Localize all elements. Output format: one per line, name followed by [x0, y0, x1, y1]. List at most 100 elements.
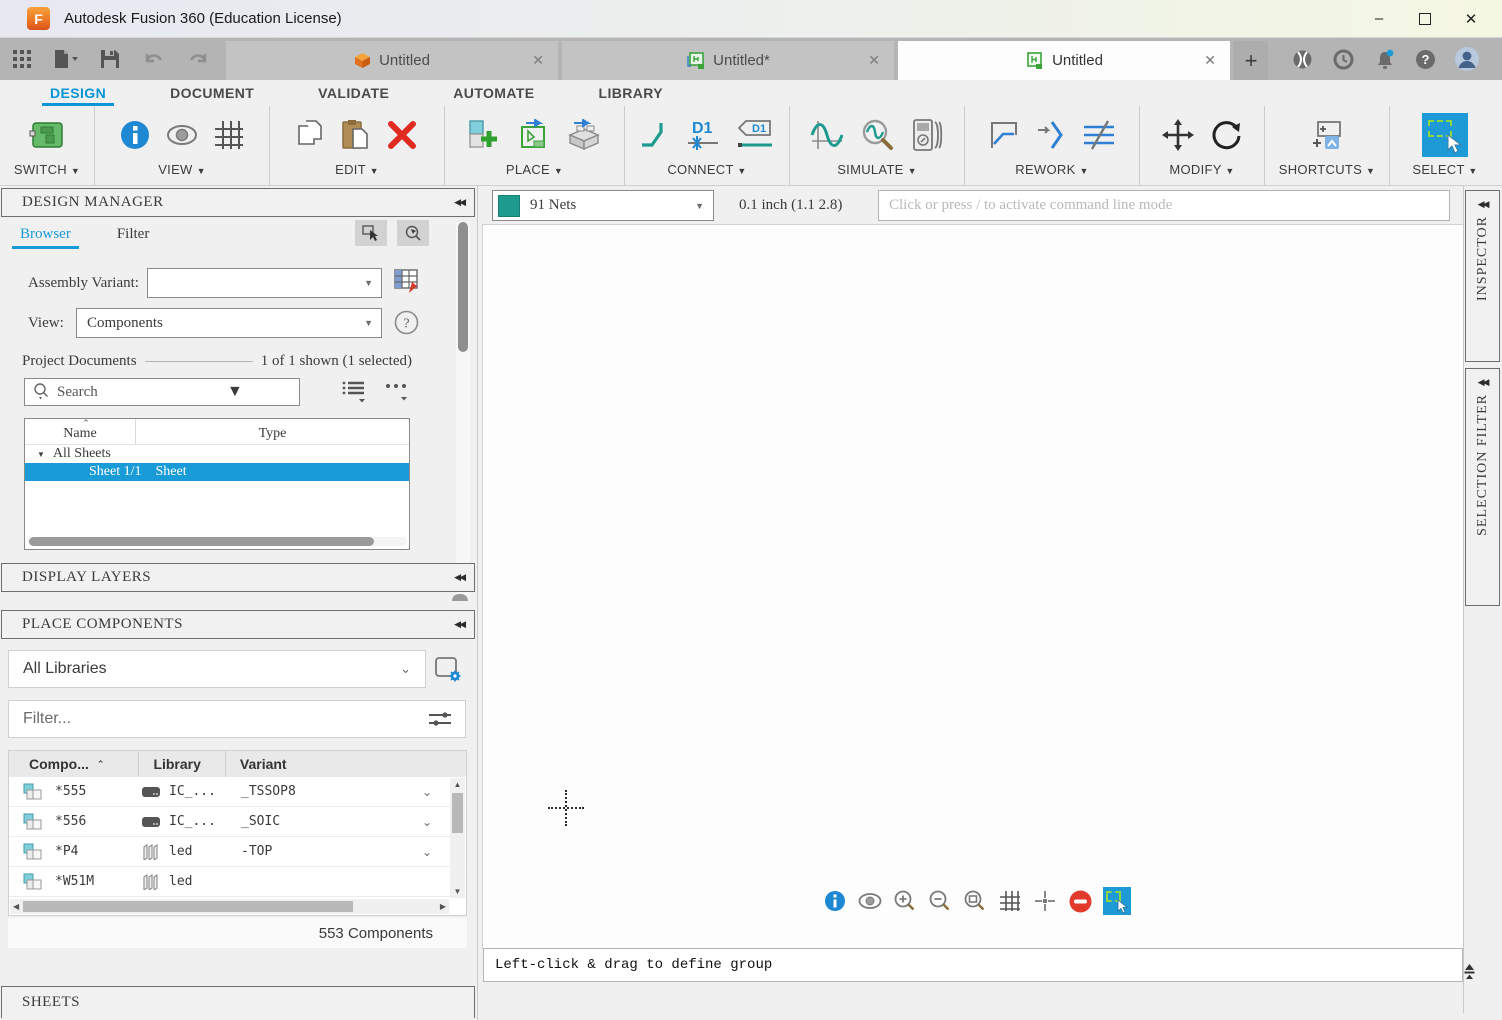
library-select[interactable]: All Libraries ⌄: [8, 650, 426, 688]
net-button[interactable]: [640, 119, 670, 151]
stop-button[interactable]: [1068, 889, 1092, 913]
close-button[interactable]: ✕: [1448, 4, 1494, 34]
tab-untitled-3-active[interactable]: Untitled ✕: [898, 41, 1230, 80]
maximize-button[interactable]: [1402, 4, 1448, 34]
scrollbar-thumb[interactable]: [458, 222, 468, 352]
rework-meander-button[interactable]: [1082, 120, 1116, 150]
search-box[interactable]: ▼: [24, 378, 300, 406]
menu-tab-library[interactable]: LIBRARY: [591, 80, 672, 106]
panel-splitter-handle[interactable]: [452, 594, 468, 601]
simulate-wave-button[interactable]: [810, 119, 844, 151]
probe-button[interactable]: [860, 118, 894, 152]
chevron-down-icon[interactable]: ⌄: [422, 815, 432, 829]
save-button[interactable]: [88, 38, 132, 80]
copy-button[interactable]: [297, 120, 325, 150]
canvas-hscrollbar[interactable]: [489, 935, 1444, 944]
component-filter-input[interactable]: [23, 710, 427, 728]
zoom-in-button[interactable]: [893, 889, 917, 913]
tab-untitled-1[interactable]: Untitled ✕: [226, 41, 558, 80]
component-row[interactable]: *555 IC_... _TSSOP8 ⌄: [9, 777, 466, 807]
library-manager-button[interactable]: [434, 656, 462, 682]
scroll-up-icon[interactable]: ▲: [454, 780, 462, 789]
selection-filter-panel[interactable]: ◀◀ SELECTION FILTER: [1465, 368, 1500, 606]
variant-table-button[interactable]: [394, 268, 421, 294]
group-label-place[interactable]: PLACE ▼: [506, 162, 563, 177]
rework-route-button[interactable]: [988, 120, 1020, 150]
move-button[interactable]: [1162, 119, 1194, 151]
column-header-type[interactable]: Type: [135, 419, 409, 444]
command-line[interactable]: [878, 190, 1450, 221]
components-vscrollbar[interactable]: ▲ ▼: [450, 778, 465, 898]
expand-triangle-icon[interactable]: ▼: [37, 450, 45, 459]
schematic-canvas[interactable]: [483, 225, 1463, 948]
place-symbol-button[interactable]: [516, 119, 550, 151]
menu-tab-document[interactable]: DOCUMENT: [162, 80, 262, 106]
design-manager-header[interactable]: DESIGN MANAGER ◀◀: [1, 188, 475, 217]
chevron-down-icon[interactable]: ⌄: [422, 785, 432, 799]
view-select[interactable]: Components ▼: [76, 308, 382, 338]
group-label-connect[interactable]: CONNECT ▼: [667, 162, 746, 177]
column-header-component[interactable]: Compo...: [29, 756, 89, 772]
list-view-button[interactable]: [342, 380, 368, 404]
select-mode-button[interactable]: [355, 220, 387, 246]
search-input[interactable]: [57, 384, 227, 401]
name-net-button[interactable]: D1: [686, 118, 720, 152]
collapse-icon[interactable]: ◀◀: [454, 572, 464, 583]
menu-tab-automate[interactable]: AUTOMATE: [445, 80, 542, 106]
app-grid-button[interactable]: [0, 38, 44, 80]
tab-close-icon[interactable]: ✕: [1204, 52, 1216, 69]
scroll-down-icon[interactable]: ▼: [454, 887, 462, 896]
zoom-out-button[interactable]: [928, 889, 952, 913]
scrollbar-thumb[interactable]: [29, 537, 374, 546]
scroll-left-icon[interactable]: ◀: [13, 902, 19, 911]
nets-dropdown[interactable]: 91 Nets ▼: [492, 190, 714, 221]
component-row[interactable]: *556 IC_... _SOIC ⌄: [9, 807, 466, 837]
design-manager-vscrollbar[interactable]: [456, 222, 470, 600]
new-tab-button[interactable]: +: [1234, 41, 1268, 80]
add-component-button[interactable]: [468, 119, 500, 151]
group-label-edit[interactable]: EDIT ▼: [335, 162, 379, 177]
column-header-variant[interactable]: Variant: [225, 751, 287, 777]
collapse-icon[interactable]: ◀◀: [1478, 377, 1488, 388]
collapse-icon[interactable]: ◀◀: [1478, 199, 1488, 210]
tab-untitled-2[interactable]: Untitled* ✕: [562, 41, 894, 80]
visibility-button[interactable]: [166, 124, 198, 146]
group-label-rework[interactable]: REWORK ▼: [1015, 162, 1088, 177]
command-line-input[interactable]: [879, 191, 1449, 220]
collapse-icon[interactable]: ◀◀: [454, 197, 464, 208]
delete-button[interactable]: [387, 120, 417, 150]
group-label-shortcuts[interactable]: SHORTCUTS ▼: [1279, 162, 1376, 177]
group-label-view[interactable]: VIEW ▼: [158, 162, 206, 177]
canvas-info-button[interactable]: [823, 889, 847, 913]
tree-row-all-sheets[interactable]: ▼ All Sheets: [25, 445, 409, 463]
menu-tab-validate[interactable]: VALIDATE: [310, 80, 397, 106]
component-filter-box[interactable]: [8, 700, 466, 738]
minimize-button[interactable]: –: [1356, 4, 1402, 34]
components-hscrollbar[interactable]: ◀ ▶: [10, 899, 449, 914]
tab-close-icon[interactable]: ✕: [532, 52, 544, 69]
scroll-right-icon[interactable]: ▶: [440, 902, 446, 911]
user-account-button[interactable]: [1446, 38, 1487, 80]
assembly-variant-select[interactable]: ▼: [147, 268, 382, 298]
zoom-fit-button[interactable]: [963, 889, 987, 913]
scrollbar-thumb[interactable]: [23, 901, 353, 912]
paste-button[interactable]: [341, 119, 371, 151]
multimeter-button[interactable]: [910, 118, 944, 152]
view-help-button[interactable]: ?: [394, 310, 419, 335]
collapse-icon[interactable]: ◀◀: [454, 619, 464, 630]
web-home-button[interactable]: [1282, 38, 1323, 80]
shortcuts-button[interactable]: [1311, 119, 1343, 151]
more-options-button[interactable]: [384, 378, 410, 404]
redo-button[interactable]: [176, 38, 220, 80]
menu-tab-design[interactable]: DESIGN: [42, 80, 114, 106]
group-label-select[interactable]: SELECT ▼: [1412, 162, 1477, 177]
inspector-panel[interactable]: ◀◀ INSPECTOR: [1465, 190, 1500, 362]
help-button[interactable]: ?: [1405, 38, 1446, 80]
place-components-header[interactable]: PLACE COMPONENTS ◀◀: [1, 610, 475, 639]
sheets-table-hscrollbar[interactable]: [27, 537, 407, 546]
column-header-name[interactable]: ⌃ Name: [25, 419, 135, 444]
file-menu-button[interactable]: [44, 38, 88, 80]
origin-toggle-button[interactable]: [1033, 889, 1057, 913]
chevron-down-icon[interactable]: ⌄: [422, 845, 432, 859]
net-label-button[interactable]: D1: [736, 118, 774, 152]
